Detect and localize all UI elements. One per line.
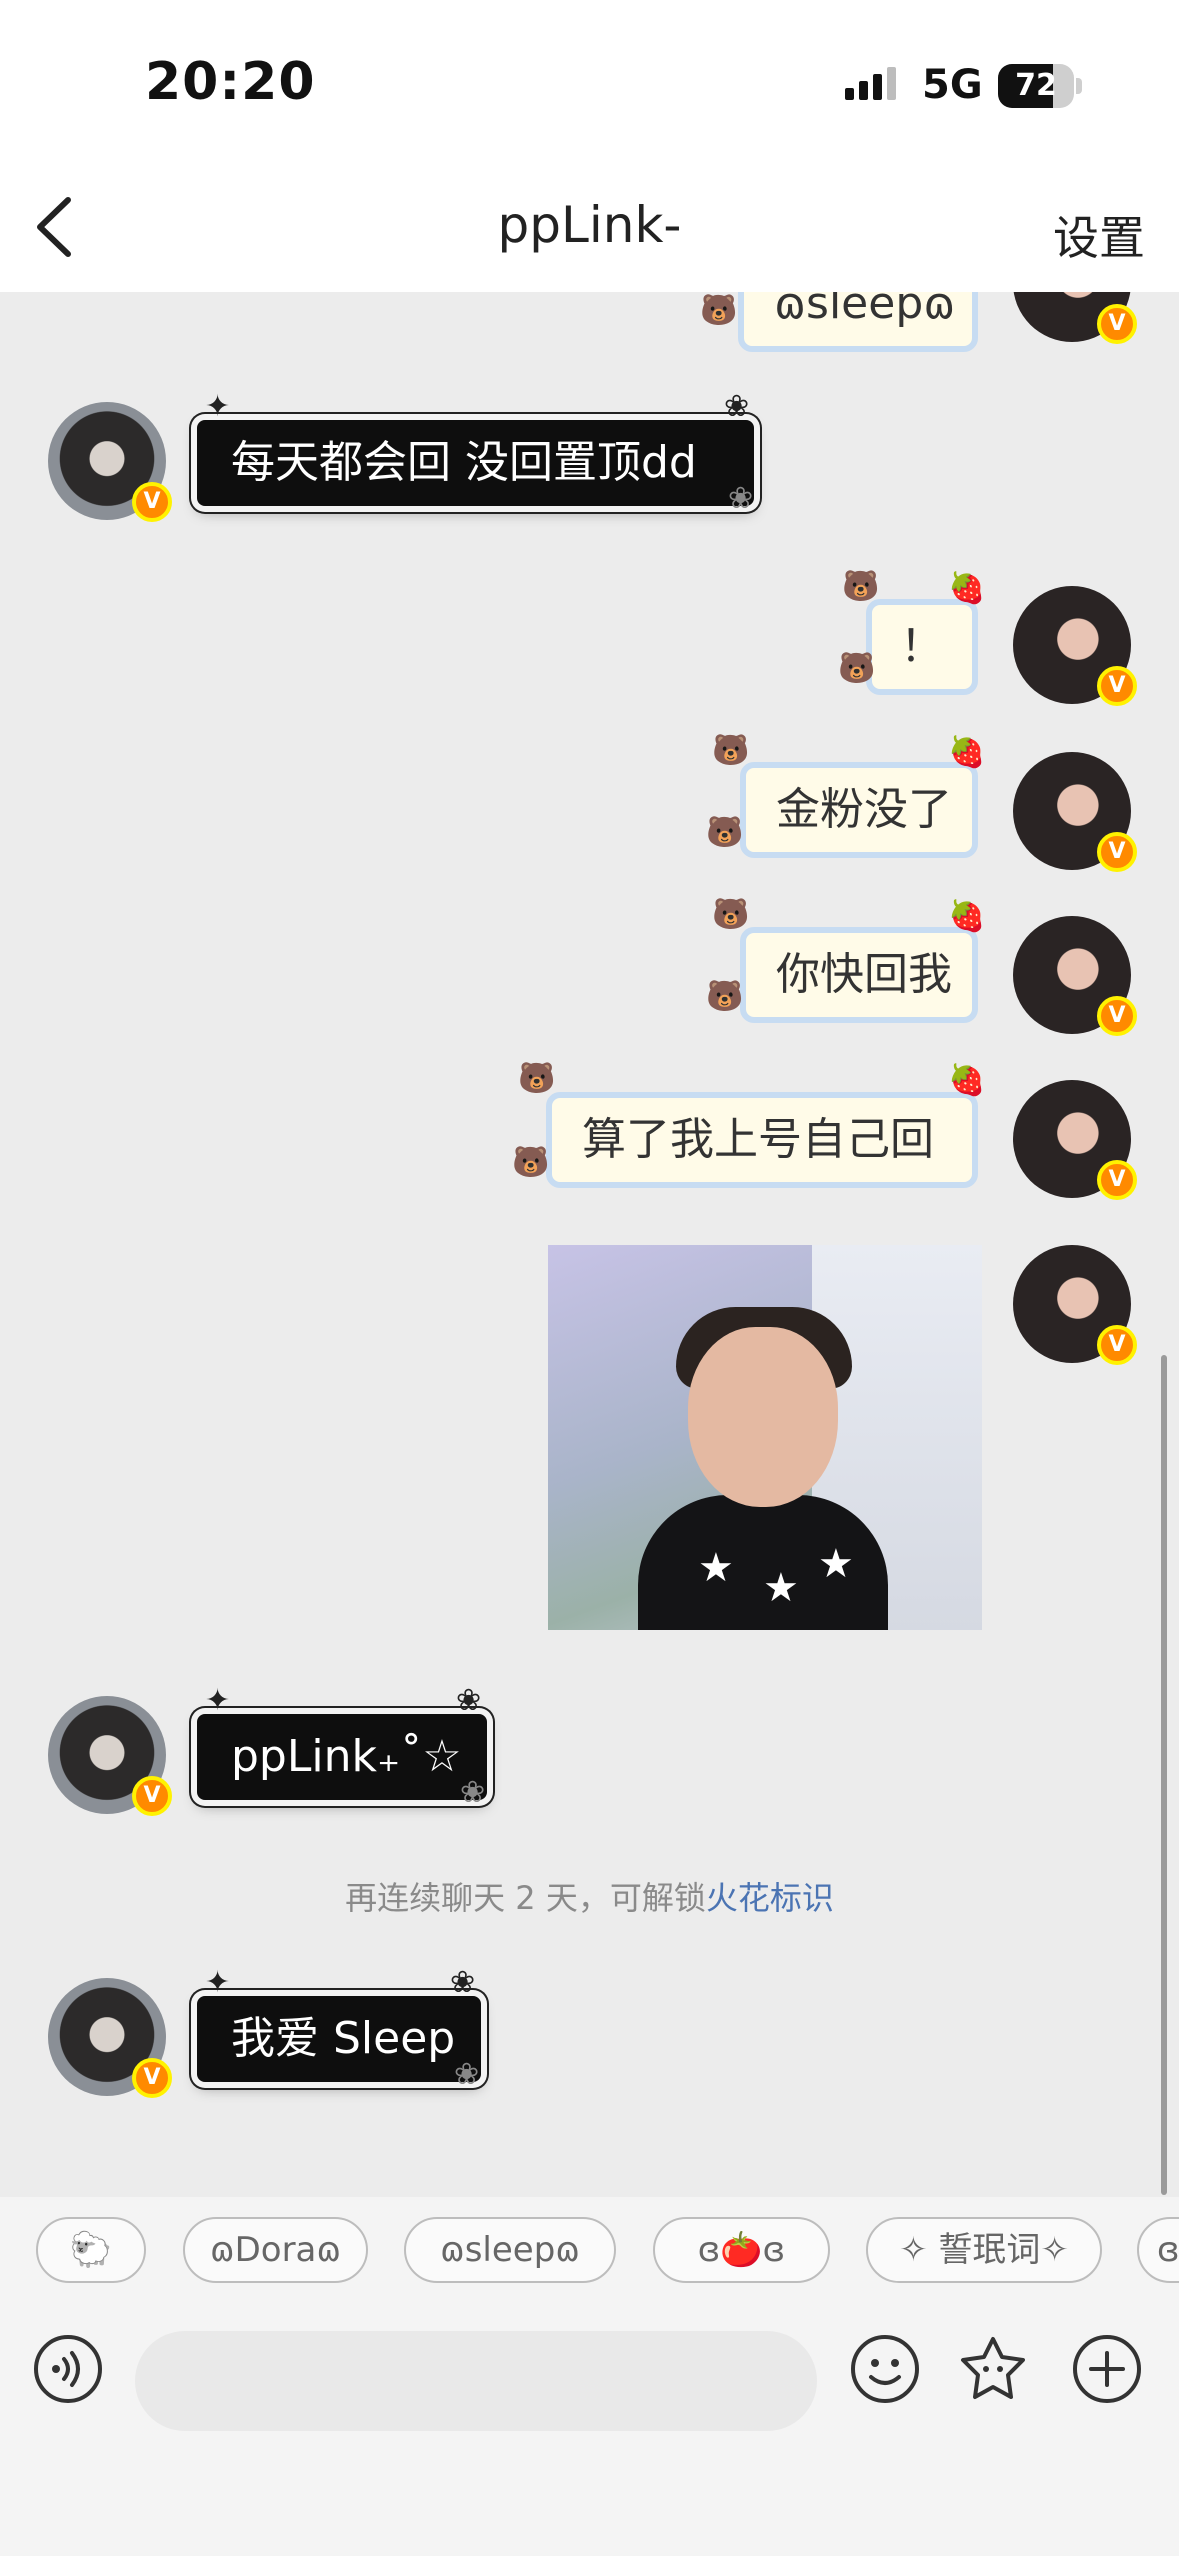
strawberry-icon: 🍓 bbox=[948, 571, 986, 606]
verified-badge-icon: V bbox=[1097, 996, 1137, 1036]
chip-label: ɞ bbox=[1157, 2230, 1179, 2270]
bear-sticker-icon: 🐻 bbox=[512, 1145, 550, 1180]
verified-badge-icon: V bbox=[1097, 1325, 1137, 1365]
message-input[interactable] bbox=[135, 2331, 817, 2431]
message-text: 我爱 Sleep bbox=[231, 2013, 456, 2064]
strawberry-icon: 🍓 bbox=[948, 899, 986, 934]
message-text: 算了我上号自己回 bbox=[582, 1114, 934, 1165]
message-bubble[interactable]: ɷsleepɷ bbox=[738, 292, 978, 352]
battery-level: 72 bbox=[1015, 68, 1057, 103]
avatar[interactable]: V bbox=[1013, 1245, 1137, 1365]
message-text: ppLink₊˚☆ bbox=[231, 1731, 462, 1782]
avatar[interactable]: V bbox=[1013, 292, 1137, 344]
signal-icon bbox=[845, 67, 896, 100]
quick-chip[interactable]: ✧ 誓珉词✧ bbox=[866, 2217, 1102, 2283]
status-time: 20:20 bbox=[145, 52, 316, 112]
verified-badge-icon: V bbox=[1097, 304, 1137, 344]
battery-icon: 72 bbox=[998, 64, 1074, 108]
scrollbar[interactable] bbox=[1161, 1355, 1167, 2195]
message-text: 金粉没了 bbox=[776, 784, 952, 835]
quick-chip[interactable]: ɞ🍅ɞ bbox=[653, 2217, 830, 2283]
sparkle-icon: ✦ bbox=[205, 1965, 231, 2000]
system-notice-text: 再连续聊天 2 天，可解锁 bbox=[345, 1879, 706, 1917]
message-text: ！ bbox=[900, 621, 944, 672]
avatar[interactable]: V bbox=[48, 1978, 172, 2098]
message-bubble[interactable]: 你快回我 bbox=[740, 927, 978, 1023]
message-bubble[interactable]: 我爱 Sleep bbox=[197, 1996, 481, 2082]
chip-label: ɞ🍅ɞ bbox=[697, 2230, 786, 2270]
verified-badge-icon: V bbox=[1097, 832, 1137, 872]
verified-badge-icon: V bbox=[132, 2058, 172, 2098]
flower-icon: ❀ bbox=[456, 1683, 482, 1718]
settings-button[interactable]: 设置 bbox=[1053, 202, 1145, 268]
bear-sticker-icon: 🐻 bbox=[712, 733, 750, 768]
battery-tip bbox=[1076, 78, 1082, 94]
image-message[interactable]: ★ ★ ★ bbox=[548, 1245, 982, 1630]
bear-sticker-icon: 🐻 bbox=[700, 293, 738, 328]
flower-icon: ❀ bbox=[460, 1775, 486, 1810]
voice-icon[interactable] bbox=[32, 2333, 104, 2405]
bear-sticker-icon: 🐻 bbox=[518, 1061, 556, 1096]
verified-badge-icon: V bbox=[1097, 1160, 1137, 1200]
input-bar bbox=[0, 2301, 1179, 2556]
bear-sticker-icon: 🐻 bbox=[706, 815, 744, 850]
message-text: 每天都会回 没回置顶dd bbox=[231, 437, 697, 488]
quick-reply-chips: 🐑 ɷDoraɷ ɷsleepɷ ɞ🍅ɞ ✧ 誓珉词✧ ɞ bbox=[0, 2197, 1179, 2301]
message-bubble[interactable]: 每天都会回 没回置顶dd bbox=[197, 420, 754, 506]
message-bubble[interactable]: ！ bbox=[866, 599, 978, 695]
quick-chip[interactable]: 🐑 bbox=[36, 2217, 146, 2283]
bear-sticker-icon: 🐻 bbox=[706, 979, 744, 1014]
emoji-icon[interactable] bbox=[849, 2333, 921, 2405]
message-text: ɷsleepɷ bbox=[774, 292, 956, 329]
sticker-icon[interactable] bbox=[957, 2333, 1029, 2405]
chat-title: ppLink- bbox=[497, 196, 682, 254]
bear-sticker-icon: 🐻 bbox=[838, 651, 876, 686]
strawberry-icon: 🍓 bbox=[948, 1063, 986, 1098]
flower-icon: ❀ bbox=[450, 1965, 476, 2000]
message-text: 你快回我 bbox=[776, 949, 952, 1000]
system-notice: 再连续聊天 2 天，可解锁火花标识 bbox=[0, 1873, 1179, 1919]
chat-messages[interactable]: ɷsleepɷ 🐻 V V 每天都会回 没回置顶dd ✦ ❀ ❀ V ！ 🐻 🍓… bbox=[0, 292, 1179, 2192]
avatar[interactable]: V bbox=[1013, 586, 1137, 706]
quick-chip[interactable]: ɷDoraɷ bbox=[183, 2217, 368, 2283]
avatar[interactable]: V bbox=[1013, 1080, 1137, 1200]
chip-label: 🐑 bbox=[69, 2230, 113, 2270]
chip-label: ✧ 誓珉词✧ bbox=[899, 2230, 1069, 2270]
chip-label: ɷsleepɷ bbox=[439, 2230, 581, 2270]
sparkle-icon: ✦ bbox=[205, 389, 231, 424]
message-bubble[interactable]: ppLink₊˚☆ bbox=[197, 1714, 487, 1800]
message-bubble[interactable]: 金粉没了 bbox=[740, 762, 978, 858]
sparkle-icon: ✦ bbox=[205, 1683, 231, 1718]
message-bubble[interactable]: 算了我上号自己回 bbox=[546, 1092, 978, 1188]
verified-badge-icon: V bbox=[132, 482, 172, 522]
verified-badge-icon: V bbox=[1097, 666, 1137, 706]
avatar[interactable]: V bbox=[48, 1696, 172, 1816]
flower-icon: ❀ bbox=[724, 389, 750, 424]
strawberry-icon: 🍓 bbox=[948, 735, 986, 770]
spark-badge-link[interactable]: 火花标识 bbox=[706, 1879, 834, 1917]
avatar[interactable]: V bbox=[1013, 916, 1137, 1036]
plus-circle-icon[interactable] bbox=[1071, 2333, 1143, 2405]
flower-icon: ❀ bbox=[728, 481, 754, 516]
chip-label: ɷDoraɷ bbox=[209, 2230, 342, 2270]
avatar[interactable]: V bbox=[48, 402, 172, 522]
bear-sticker-icon: 🐻 bbox=[712, 897, 750, 932]
quick-chip[interactable]: ɞ bbox=[1137, 2217, 1179, 2283]
network-type: 5G bbox=[922, 62, 983, 108]
flower-icon: ❀ bbox=[454, 2057, 480, 2092]
quick-chip[interactable]: ɷsleepɷ bbox=[404, 2217, 616, 2283]
top-bar: 20:20 5G 72 ppLink- 设置 bbox=[0, 0, 1179, 292]
verified-badge-icon: V bbox=[132, 1776, 172, 1816]
bear-sticker-icon: 🐻 bbox=[842, 569, 880, 604]
avatar[interactable]: V bbox=[1013, 752, 1137, 872]
